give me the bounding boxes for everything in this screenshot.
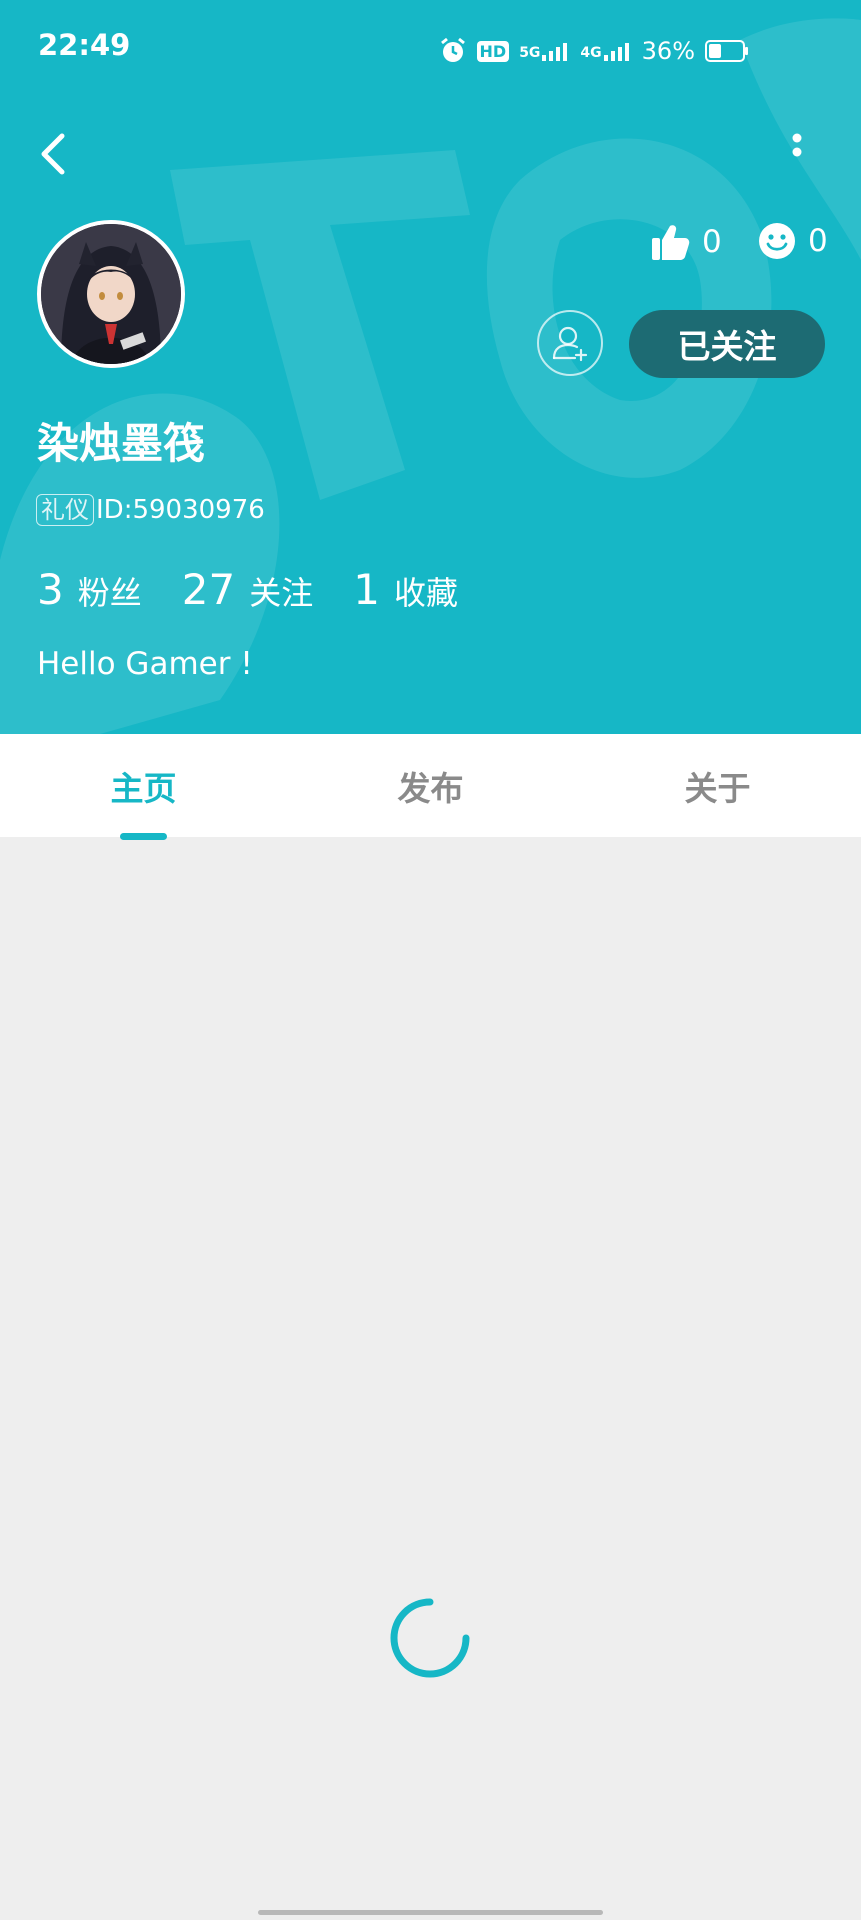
bio: Hello Gamer ! — [37, 646, 253, 682]
hd-icon: HD — [476, 40, 510, 62]
alarm-icon — [440, 37, 465, 62]
signal-4g-icon: 4G — [580, 41, 631, 61]
smiley-icon — [759, 223, 795, 259]
active-tab-indicator — [120, 833, 167, 840]
followers-label[interactable]: 粉丝 — [78, 568, 142, 614]
battery-icon — [705, 40, 748, 62]
battery-percent: 36% — [641, 37, 695, 65]
favorites-label[interactable]: 收藏 — [394, 568, 458, 614]
back-arrow-icon[interactable] — [34, 128, 74, 180]
add-user-icon — [552, 326, 588, 362]
profile-header: 22:49 HD 5G 4G 36% 0 0 已关注 染烛墨筏 礼仪 ID:59… — [0, 0, 861, 734]
status-bar: 22:49 HD 5G 4G 36% — [0, 0, 861, 100]
likes-count: 0 — [702, 224, 722, 260]
followed-button[interactable]: 已关注 — [629, 310, 825, 378]
profile-stats: 3 粉丝 27 关注 1 收藏 — [37, 565, 498, 614]
username: 染烛墨筏 — [37, 419, 206, 468]
tab-home[interactable]: 主页 — [0, 734, 287, 837]
likes-counter[interactable]: 0 — [650, 222, 722, 262]
home-indicator[interactable] — [258, 1910, 603, 1915]
emoji-count: 0 — [808, 223, 828, 259]
add-friend-button[interactable] — [537, 310, 603, 376]
followers-count[interactable]: 3 — [37, 565, 64, 614]
loading-spinner — [390, 1598, 470, 1678]
following-count[interactable]: 27 — [182, 565, 235, 614]
user-id: ID:59030976 — [96, 495, 265, 525]
more-options-icon[interactable] — [780, 130, 814, 172]
signal-5g-icon: 5G — [519, 41, 570, 61]
role-badge: 礼仪 — [36, 494, 94, 526]
avatar-image — [41, 224, 181, 364]
tab-posts[interactable]: 发布 — [287, 734, 574, 837]
favorites-count[interactable]: 1 — [353, 565, 380, 614]
thumbs-up-icon — [652, 225, 690, 260]
following-label[interactable]: 关注 — [249, 568, 313, 614]
avatar[interactable] — [37, 220, 185, 368]
tab-about[interactable]: 关于 — [574, 734, 861, 837]
status-time: 22:49 — [38, 28, 131, 62]
emoji-counter[interactable]: 0 — [758, 222, 828, 260]
id-row: 礼仪 ID:59030976 — [36, 494, 265, 526]
status-icons: HD 5G 4G 36% — [439, 34, 749, 68]
tab-bar: 主页 发布 关于 — [0, 734, 861, 837]
